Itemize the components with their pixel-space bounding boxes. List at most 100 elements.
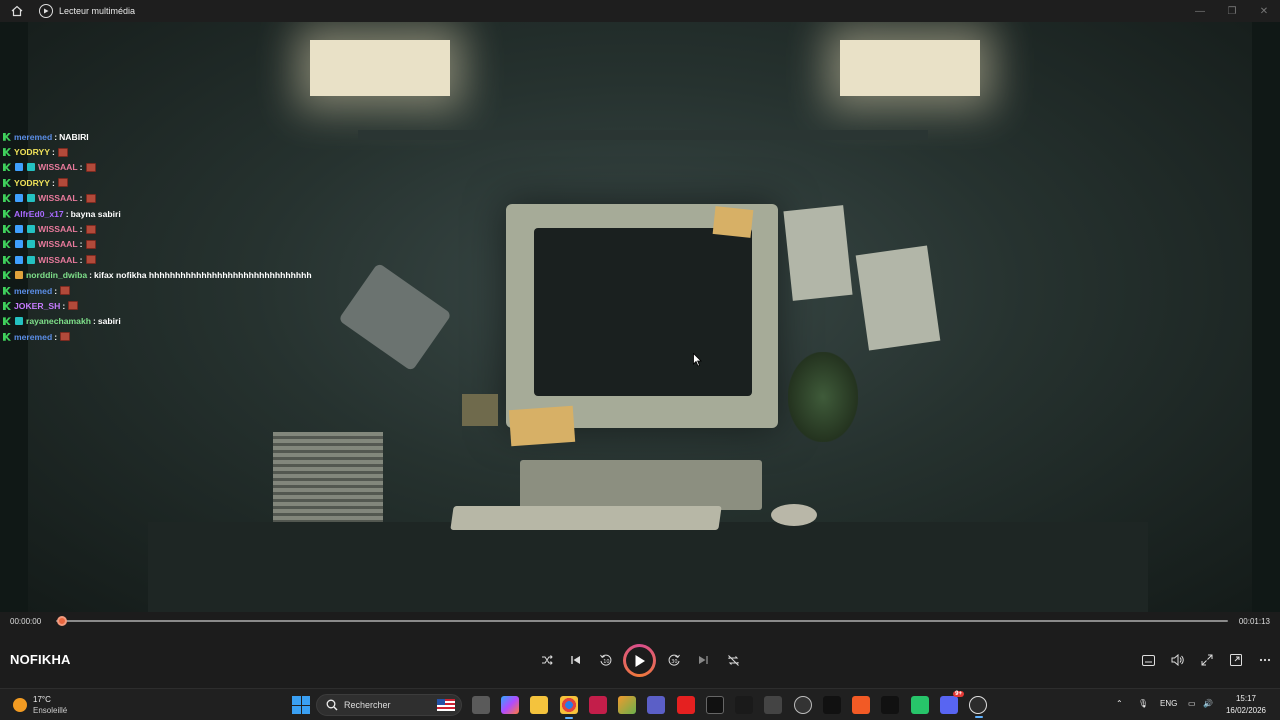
chat-badge-icon [3, 194, 11, 203]
chat-message: YODRYY: [0, 144, 320, 159]
chat-emote-icon [60, 286, 71, 296]
subtitles-icon [1141, 654, 1155, 666]
fullscreen-button[interactable] [1195, 648, 1219, 672]
forward-30-button[interactable]: 30 [662, 648, 686, 672]
teams-icon[interactable] [647, 696, 665, 714]
youtube-icon[interactable] [677, 696, 695, 714]
chat-badge-icon [3, 163, 11, 172]
chat-message: meremed: [0, 329, 320, 344]
tradingview-icon[interactable] [881, 696, 899, 714]
window-controls: — ❐ ✕ [1184, 0, 1280, 22]
capcut-icon[interactable] [794, 696, 812, 714]
chat-badge-icon [3, 332, 11, 341]
previous-button[interactable] [564, 648, 588, 672]
speaker-icon[interactable]: 🔊 [1203, 699, 1213, 708]
maximize-button[interactable]: ❐ [1216, 0, 1248, 22]
subtitles-button[interactable] [1136, 648, 1160, 672]
mini-player-icon [1230, 654, 1242, 666]
paper-stack [273, 432, 383, 532]
chat-emote-icon [85, 193, 96, 203]
chat-badge-icon [15, 163, 23, 172]
chat-username: WISSAAL [38, 224, 78, 235]
minimize-button[interactable]: — [1184, 0, 1216, 22]
chat-message: AlfrEd0_x17: bayna sabiri [0, 206, 320, 221]
chat-badge-icon [15, 240, 23, 249]
chat-badge-icon [3, 225, 11, 234]
chat-message: norddin_dwiba: kifax nofikha hhhhhhhhhhhh… [0, 268, 320, 283]
sticky-note [508, 405, 576, 447]
chat-badge-icon [3, 240, 11, 249]
chat-separator: : [92, 316, 96, 327]
previous-icon [571, 656, 580, 664]
play-button[interactable] [623, 644, 656, 677]
chat-separator: : [62, 300, 66, 311]
chat-separator: : [65, 208, 69, 219]
desk [148, 522, 1148, 612]
title-bar: Lecteur multimédia — ❐ ✕ [0, 0, 1280, 22]
video-area[interactable]: meremed: NABIRI YODRYY: WISSAAL: YODRYY: WISS… [0, 22, 1280, 612]
file-explorer-icon[interactable] [530, 696, 548, 714]
weather-condition[interactable]: Ensoleillé [33, 706, 67, 715]
cloud-app-icon[interactable] [764, 696, 782, 714]
chat-badge-icon [3, 271, 11, 280]
network-icon[interactable]: ▭ [1188, 699, 1196, 708]
chat-message: meremed: NABIRI [0, 129, 320, 144]
close-button[interactable]: ✕ [1248, 0, 1280, 22]
seek-bar[interactable] [56, 620, 1228, 622]
chat-emote-icon [85, 255, 96, 265]
rewind-10-button[interactable]: 10 [594, 648, 618, 672]
xm-icon[interactable] [823, 696, 841, 714]
chat-badge-icon [3, 286, 11, 295]
sun-icon[interactable] [13, 698, 27, 712]
discord-badge: 9+ [953, 691, 964, 697]
plant [788, 352, 858, 442]
discord-icon[interactable]: 9+ [940, 691, 964, 714]
taskbar: 17°C Ensoleillé Rechercher 9+ ⌃ 🎙 ENG ▭ … [0, 688, 1280, 720]
clock-time[interactable]: 15:17 [1236, 694, 1256, 703]
chevron-up-icon[interactable]: ⌃ [1116, 699, 1123, 708]
brave-icon[interactable] [852, 696, 870, 714]
fl-studio-icon[interactable] [618, 696, 636, 714]
chat-emote-icon [57, 147, 68, 157]
chat-emote-icon [68, 301, 79, 311]
mouse-cursor-icon [693, 353, 702, 367]
next-icon [699, 656, 708, 664]
chat-badge-icon [3, 132, 11, 141]
acrobat-icon[interactable] [589, 696, 607, 714]
chat-separator: : [79, 193, 83, 204]
ceiling-light [840, 40, 980, 96]
fn-app-icon[interactable] [706, 696, 724, 714]
shuffle-icon [542, 655, 553, 665]
rewind-10-icon: 10 [600, 654, 612, 666]
chrome-icon[interactable] [560, 696, 578, 719]
search-icon [326, 699, 338, 711]
weather-temperature[interactable]: 17°C [33, 695, 51, 704]
start-button[interactable] [292, 696, 310, 714]
chat-message: rayanechamakh: sabiri [0, 314, 320, 329]
chat-separator: : [79, 254, 83, 265]
home-icon[interactable] [9, 3, 25, 19]
green-app-icon[interactable] [911, 696, 929, 714]
repeat-off-button[interactable] [721, 648, 745, 672]
copilot-icon[interactable] [501, 696, 519, 714]
volume-button[interactable] [1165, 648, 1189, 672]
netflix-icon[interactable] [735, 696, 753, 714]
task-view-icon[interactable] [472, 696, 490, 714]
chat-username: meremed [14, 285, 53, 296]
chat-username: WISSAAL [38, 254, 78, 265]
mini-player-button[interactable] [1224, 648, 1248, 672]
next-button[interactable] [691, 648, 715, 672]
microphone-icon[interactable]: 🎙 [1138, 699, 1148, 708]
seek-thumb[interactable] [57, 616, 67, 626]
ceiling-beam [358, 130, 928, 140]
language-indicator[interactable]: ENG [1160, 699, 1177, 708]
shuffle-button[interactable] [535, 648, 559, 672]
chat-separator: : [54, 331, 58, 342]
current-time: 00:00:00 [10, 617, 42, 626]
svg-text:10: 10 [603, 659, 609, 665]
media-player-taskbar-icon[interactable] [969, 696, 987, 718]
taskbar-search[interactable]: Rechercher [316, 694, 462, 716]
keyboard [450, 506, 722, 530]
clock-date[interactable]: 16/02/2026 [1226, 706, 1266, 715]
more-options-button[interactable] [1253, 648, 1277, 672]
